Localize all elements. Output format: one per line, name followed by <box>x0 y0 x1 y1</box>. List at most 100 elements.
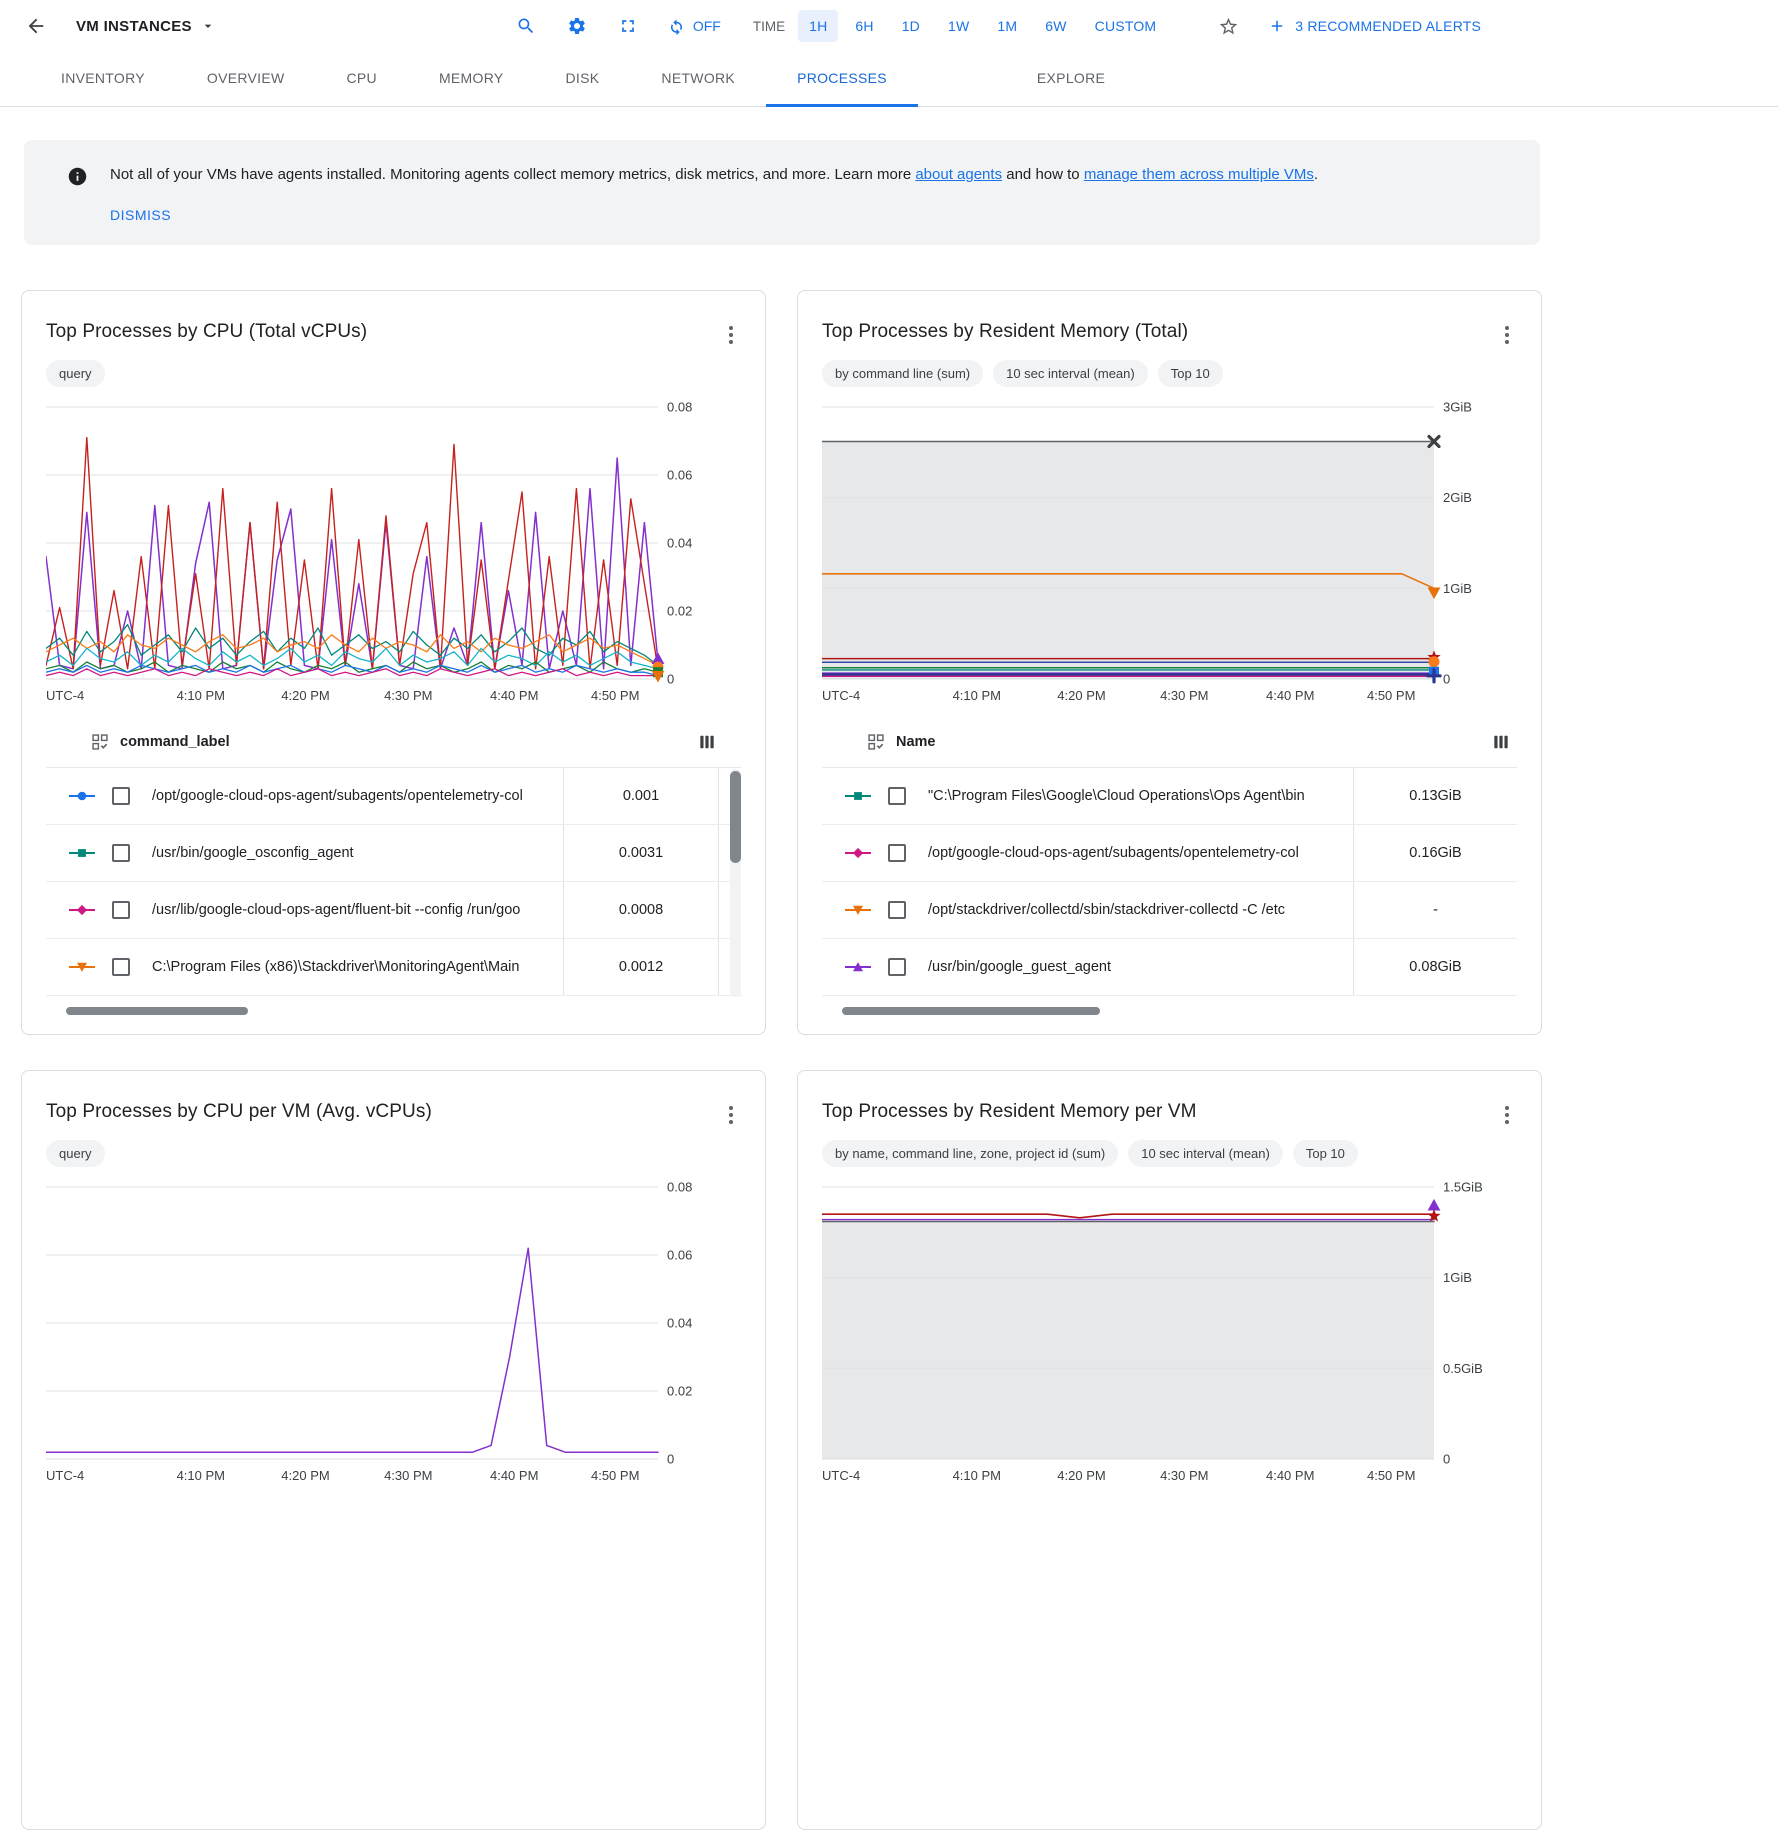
svg-text:4:10 PM: 4:10 PM <box>177 1468 225 1483</box>
card-header: Top Processes by Resident Memory (Total) <box>822 321 1517 343</box>
favorite-button[interactable] <box>1210 8 1246 44</box>
tab-inventory[interactable]: INVENTORY <box>30 52 176 107</box>
scrollbar-handle[interactable] <box>730 771 741 863</box>
kebab-icon <box>1505 326 1509 344</box>
more-options-button[interactable] <box>1489 317 1525 353</box>
memory-total-chart[interactable]: 3GiB2GiB1GiB0UTC-44:10 PM4:20 PM4:30 PM4… <box>822 397 1517 714</box>
row-checkbox[interactable] <box>888 787 906 805</box>
vm-instances-selector[interactable]: VM INSTANCES <box>70 14 222 39</box>
time-range-1h[interactable]: 1H <box>798 10 838 42</box>
card-top-processes-by-cpu-per-vm: Top Processes by CPU per VM (Avg. vCPUs)… <box>21 1070 766 1830</box>
search-button[interactable] <box>508 8 544 44</box>
svg-text:4:10 PM: 4:10 PM <box>177 688 225 703</box>
plus-icon <box>1268 17 1286 35</box>
svg-text:4:20 PM: 4:20 PM <box>1057 688 1105 703</box>
table-row: /usr/bin/google_guest_agent 0.08GiB <box>822 939 1517 996</box>
horizontal-scrollbar[interactable] <box>66 1007 248 1015</box>
series-marker <box>68 846 112 860</box>
line-chart: 1.5GiB1GiB0.5GiB0UTC-44:10 PM4:20 PM4:30… <box>822 1177 1494 1489</box>
back-button[interactable] <box>16 6 56 46</box>
star-icon <box>1218 16 1239 37</box>
cpu-total-chart[interactable]: 0.080.060.040.020UTC-44:10 PM4:20 PM4:30… <box>46 397 741 714</box>
row-checkbox[interactable] <box>112 901 130 919</box>
row-label: /usr/bin/google_osconfig_agent <box>152 845 563 861</box>
svg-text:0.06: 0.06 <box>667 468 692 483</box>
cpu-per-vm-chart[interactable]: 0.080.060.040.020UTC-44:10 PM4:20 PM4:30… <box>46 1177 741 1494</box>
recommended-alerts-button[interactable]: 3 RECOMMENDED ALERTS <box>1262 16 1487 36</box>
svg-text:0.02: 0.02 <box>667 604 692 619</box>
tab-processes[interactable]: PROCESSES <box>766 52 918 107</box>
more-options-button[interactable] <box>713 1097 749 1133</box>
svg-text:0: 0 <box>1443 1452 1450 1467</box>
tab-network[interactable]: NETWORK <box>630 52 766 107</box>
select-all-icon <box>868 734 884 750</box>
svg-text:3GiB: 3GiB <box>1443 400 1472 415</box>
svg-text:0: 0 <box>1443 672 1450 687</box>
line-chart: 3GiB2GiB1GiB0UTC-44:10 PM4:20 PM4:30 PM4… <box>822 397 1494 709</box>
svg-text:4:50 PM: 4:50 PM <box>1367 1468 1415 1483</box>
time-range-6w[interactable]: 6W <box>1034 10 1077 42</box>
row-checkbox[interactable] <box>112 787 130 805</box>
table-header-row: Name <box>822 716 1517 768</box>
row-checkbox[interactable] <box>888 844 906 862</box>
chip-query[interactable]: query <box>46 1140 105 1167</box>
settings-button[interactable] <box>559 8 595 44</box>
card-title: Top Processes by CPU (Total vCPUs) <box>46 321 741 343</box>
tab-disk[interactable]: DISK <box>535 52 631 107</box>
card-top-processes-by-resident-memory-per-vm: Top Processes by Resident Memory per VM … <box>797 1070 1542 1830</box>
auto-refresh-label: OFF <box>693 18 721 34</box>
tab-overview[interactable]: OVERVIEW <box>176 52 316 107</box>
horizontal-scrollbar[interactable] <box>842 1007 1100 1015</box>
time-range-1d[interactable]: 1D <box>891 10 931 42</box>
svg-text:1GiB: 1GiB <box>1443 1270 1472 1285</box>
row-checkbox[interactable] <box>888 901 906 919</box>
more-options-button[interactable] <box>1489 1097 1525 1133</box>
dismiss-button[interactable]: DISMISS <box>110 207 171 223</box>
about-agents-link[interactable]: about agents <box>915 166 1002 183</box>
tab-memory[interactable]: MEMORY <box>408 52 535 107</box>
time-range-custom[interactable]: CUSTOM <box>1084 10 1168 42</box>
chip-group-by[interactable]: by name, command line, zone, project id … <box>822 1140 1118 1167</box>
card-title: Top Processes by Resident Memory per VM <box>822 1101 1517 1123</box>
auto-refresh-button[interactable]: OFF <box>661 16 727 37</box>
chip-interval[interactable]: 10 sec interval (mean) <box>1128 1140 1283 1167</box>
toolbar-icons: OFF <box>508 8 727 44</box>
row-label: /opt/stackdriver/collectd/sbin/stackdriv… <box>928 902 1353 918</box>
card-title: Top Processes by Resident Memory (Total) <box>822 321 1517 343</box>
row-checkbox[interactable] <box>112 844 130 862</box>
memory-per-vm-chart[interactable]: 1.5GiB1GiB0.5GiB0UTC-44:10 PM4:20 PM4:30… <box>822 1177 1517 1494</box>
kebab-icon <box>729 1106 733 1124</box>
more-options-button[interactable] <box>713 317 749 353</box>
row-checkbox[interactable] <box>888 958 906 976</box>
series-marker <box>68 903 112 917</box>
chip-top10[interactable]: Top 10 <box>1158 360 1223 387</box>
select-all-checkbox[interactable] <box>92 734 108 750</box>
tab-cpu[interactable]: CPU <box>315 52 407 107</box>
chip-query[interactable]: query <box>46 360 105 387</box>
hscroll-row <box>46 996 741 1026</box>
vertical-scrollbar[interactable] <box>730 769 741 997</box>
chip-group-by[interactable]: by command line (sum) <box>822 360 983 387</box>
columns-button[interactable] <box>699 734 715 750</box>
manage-vms-link[interactable]: manage them across multiple VMs <box>1084 166 1314 183</box>
svg-text:UTC-4: UTC-4 <box>46 1468 84 1483</box>
chip-interval[interactable]: 10 sec interval (mean) <box>993 360 1148 387</box>
row-checkbox[interactable] <box>112 958 130 976</box>
columns-button[interactable] <box>1493 734 1509 750</box>
tab-explore[interactable]: EXPLORE <box>1006 52 1136 107</box>
kebab-icon <box>729 326 733 344</box>
tab-bar: INVENTORY OVERVIEW CPU MEMORY DISK NETWO… <box>0 52 1778 107</box>
row-value: 0.0031 <box>563 825 719 881</box>
fullscreen-button[interactable] <box>610 8 646 44</box>
row-value: 0.0008 <box>563 882 719 938</box>
time-range-1m[interactable]: 1M <box>986 10 1028 42</box>
svg-text:0: 0 <box>667 672 674 687</box>
time-range-6h[interactable]: 6H <box>844 10 884 42</box>
select-all-checkbox[interactable] <box>868 734 884 750</box>
svg-text:UTC-4: UTC-4 <box>822 1468 860 1483</box>
chip-top10[interactable]: Top 10 <box>1293 1140 1358 1167</box>
column-header-label: command_label <box>120 734 230 750</box>
row-label: /opt/google-cloud-ops-agent/subagents/op… <box>152 788 563 804</box>
top-app-bar: VM INSTANCES OFF TIME 1H 6H 1D 1W 1M <box>0 0 1580 52</box>
time-range-1w[interactable]: 1W <box>937 10 980 42</box>
